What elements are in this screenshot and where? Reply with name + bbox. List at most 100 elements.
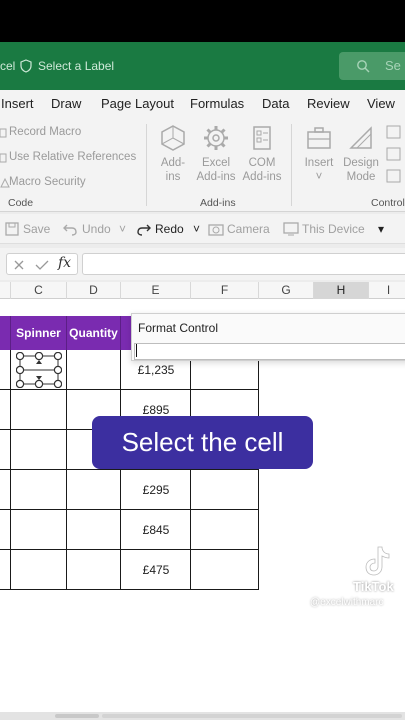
header-cell-quantity[interactable]: Quantity — [67, 316, 121, 350]
sensitivity-label-icon[interactable] — [19, 59, 33, 73]
tab-page-layout[interactable]: Page Layout — [101, 96, 174, 111]
header-cell-partial[interactable] — [0, 316, 11, 350]
column-header-e[interactable]: E — [121, 282, 191, 299]
cell-link-input[interactable] — [134, 343, 405, 360]
table-cell[interactable] — [67, 550, 121, 590]
column-header-h[interactable]: H — [314, 282, 369, 299]
sheet-tab-strip[interactable] — [55, 714, 99, 718]
cancel-icon[interactable] — [13, 259, 25, 271]
device-icon — [283, 222, 299, 236]
column-header-c[interactable]: C — [11, 282, 67, 299]
toolbox-icon — [307, 127, 331, 149]
select-label-button[interactable]: Select a Label — [38, 59, 114, 73]
column-headers: C D E F G H I — [0, 282, 405, 299]
save-icon — [5, 222, 19, 236]
table-cell[interactable] — [11, 470, 67, 510]
search-icon — [357, 60, 370, 73]
table-cell[interactable] — [67, 350, 121, 390]
format-control-title: Format Control — [138, 321, 219, 335]
com-addins-button[interactable]: COM Add-ins — [240, 124, 284, 184]
save-button[interactable]: Save — [23, 222, 50, 236]
table-cell[interactable] — [191, 550, 259, 590]
redo-dropdown-chevron[interactable]: ˅ — [193, 222, 200, 236]
customize-qat-icon[interactable]: ▾ — [378, 222, 384, 236]
tab-view[interactable]: View — [367, 96, 395, 111]
tiktok-logo-icon — [365, 546, 390, 576]
app-name: cel — [0, 59, 16, 73]
table-cell[interactable] — [0, 430, 11, 470]
com-addins-icon — [253, 126, 271, 150]
table-cell[interactable] — [0, 390, 11, 430]
enter-check-icon[interactable] — [35, 259, 49, 271]
formula-input[interactable] — [82, 253, 405, 275]
this-device-button[interactable]: This Device — [302, 222, 365, 236]
redo-button[interactable]: Redo — [155, 222, 184, 236]
insert-control-button[interactable]: Insert ˅ — [300, 124, 338, 184]
title-bar: cel Select a Label Se — [0, 42, 405, 90]
table-cell[interactable] — [11, 510, 67, 550]
column-header-g[interactable]: G — [259, 282, 314, 299]
addins-button[interactable]: Add- ins — [154, 124, 192, 184]
design-mode-button[interactable]: Design Mode — [340, 124, 382, 184]
table-cell[interactable] — [67, 470, 121, 510]
table-cell[interactable] — [191, 510, 259, 550]
tab-review[interactable]: Review — [307, 96, 350, 111]
undo-icon — [63, 224, 77, 236]
tab-data[interactable]: Data — [262, 96, 289, 111]
undo-button[interactable]: Undo — [82, 222, 111, 236]
tiktok-handle: @excelwithmarc — [310, 597, 384, 608]
group-label-addins: Add-ins — [200, 197, 236, 209]
ribbon-separator — [146, 124, 147, 206]
table-cell[interactable] — [0, 350, 11, 390]
table-cell[interactable] — [0, 550, 11, 590]
gear-icon — [204, 126, 228, 150]
tab-formulas[interactable]: Formulas — [190, 96, 244, 111]
properties-icon[interactable] — [386, 124, 402, 184]
price-cell: £845 — [142, 523, 170, 537]
column-header-d[interactable]: D — [67, 282, 121, 299]
table-cell[interactable] — [0, 470, 11, 510]
excel-addins-button[interactable]: Excel Add-ins — [194, 124, 238, 184]
tiktok-brand-text: TikTok — [353, 579, 394, 594]
search-placeholder: Se — [385, 58, 401, 73]
group-label-controls: Control — [371, 197, 405, 209]
text-caret — [136, 344, 137, 357]
redo-icon — [137, 224, 151, 236]
ribbon: Record Macro Use Relative References Mac… — [0, 118, 405, 212]
screen: cel Select a Label Se Insert Draw Page L… — [0, 0, 405, 720]
video-caption: Select the cell — [92, 416, 313, 469]
undo-dropdown-chevron[interactable]: ˅ — [119, 222, 126, 236]
column-header-partial[interactable] — [0, 282, 11, 299]
table-cell[interactable] — [11, 550, 67, 590]
table-cell[interactable] — [11, 390, 67, 430]
tab-draw[interactable]: Draw — [51, 96, 81, 111]
column-header-f[interactable]: F — [191, 282, 259, 299]
column-header-i[interactable]: I — [369, 282, 405, 299]
table-cell[interactable] — [191, 470, 259, 510]
quick-access-toolbar: Save Undo ˅ Redo ˅ Camera This Device ▾ — [0, 214, 405, 244]
insert-function-button[interactable]: fx — [58, 255, 71, 271]
tab-insert[interactable]: Insert — [1, 96, 34, 111]
top-black-bar — [0, 0, 405, 42]
price-cell: £1,235 — [137, 363, 175, 377]
table-cell[interactable] — [11, 430, 67, 470]
format-control-panel: Format Control — [131, 313, 405, 361]
ribbon-separator — [291, 124, 292, 206]
addins-hexagon-icon — [161, 125, 185, 151]
design-mode-icon — [349, 126, 372, 149]
camera-button[interactable]: Camera — [227, 222, 270, 236]
price-cell: £295 — [142, 483, 170, 497]
price-cell: £475 — [142, 563, 170, 577]
table-cell[interactable] — [67, 510, 121, 550]
table-cell[interactable] — [0, 510, 11, 550]
tiktok-watermark: TikTok @excelwithmarc — [310, 545, 405, 615]
group-label-code: Code — [8, 197, 34, 209]
camera-icon — [208, 224, 224, 236]
formula-bar: fx — [0, 248, 405, 280]
header-cell-spinner[interactable]: Spinner — [11, 316, 67, 350]
horizontal-scrollbar[interactable] — [0, 712, 405, 720]
menu-bar: Insert Draw Page Layout Formulas Data Re… — [0, 90, 405, 118]
scrollbar-thumb[interactable] — [102, 714, 402, 718]
price-cell: £895 — [142, 403, 170, 417]
spinner-control[interactable] — [16, 352, 62, 388]
